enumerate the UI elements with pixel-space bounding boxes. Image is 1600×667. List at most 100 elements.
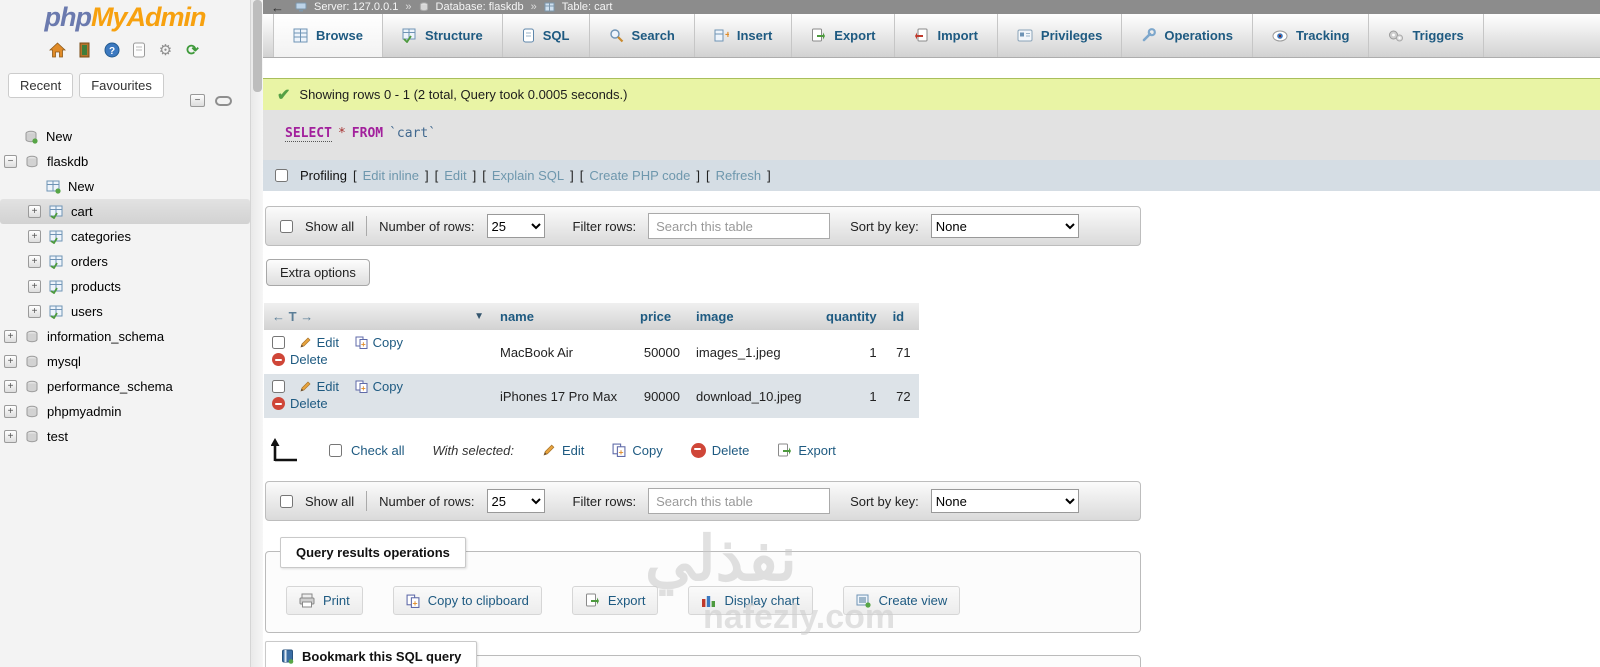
bracket: ] xyxy=(424,168,429,183)
tree-item-flaskdb[interactable]: − flaskdb xyxy=(0,149,250,174)
number-of-rows-select[interactable]: 25 xyxy=(486,214,545,238)
tree-item-new-database[interactable]: New xyxy=(0,124,250,149)
sort-desc-icon[interactable]: ▼ xyxy=(474,311,484,322)
column-controls-header[interactable]: ← T → ▼ xyxy=(264,303,492,330)
recent-button[interactable]: Recent xyxy=(8,73,74,98)
breadcrumb-database-link[interactable]: Database: flaskdb xyxy=(436,1,524,13)
tree-item-categories[interactable]: + categories xyxy=(0,224,250,249)
selected-delete-button[interactable]: Delete xyxy=(690,442,749,458)
refresh-icon[interactable]: ⟳ xyxy=(184,41,202,59)
expand-node-icon[interactable]: + xyxy=(28,255,41,268)
edit-link[interactable]: Edit xyxy=(444,168,466,183)
breadcrumb-server-link[interactable]: Server: 127.0.0.1 xyxy=(314,1,398,13)
display-chart-button[interactable]: Display chart xyxy=(688,586,813,615)
row-edit-link[interactable]: Edit xyxy=(299,379,339,394)
query-results-operations-fieldset: Query results operations Print + Copy to… xyxy=(265,537,1141,633)
number-of-rows-select[interactable]: 25 xyxy=(486,489,545,513)
tab-triggers[interactable]: Triggers xyxy=(1369,14,1484,57)
tab-operations[interactable]: Operations xyxy=(1122,14,1253,57)
tab-sql[interactable]: SQL xyxy=(503,14,590,57)
column-header-id[interactable]: id xyxy=(884,303,919,330)
tree-item-products[interactable]: + products xyxy=(0,274,250,299)
column-header-name[interactable]: name xyxy=(492,303,632,330)
home-icon[interactable] xyxy=(49,41,67,59)
column-header-image[interactable]: image xyxy=(688,303,818,330)
expand-node-icon[interactable]: + xyxy=(4,380,17,393)
tree-item-test[interactable]: + test xyxy=(0,424,250,449)
tab-tracking[interactable]: Tracking xyxy=(1253,14,1370,57)
create-view-button[interactable]: Create view xyxy=(842,586,961,615)
tree-item-mysql[interactable]: + mysql xyxy=(0,349,250,374)
filter-table-input[interactable] xyxy=(648,488,831,514)
breadcrumb-table-link[interactable]: Table: cart xyxy=(562,1,613,13)
tab-import[interactable]: Import xyxy=(895,14,998,57)
export-button[interactable]: Export xyxy=(571,586,659,615)
check-all-control[interactable]: Check all xyxy=(329,443,404,458)
row-copy-link[interactable]: + Copy xyxy=(355,335,403,350)
extra-options-button[interactable]: Extra options xyxy=(266,259,370,286)
sort-by-key-select[interactable]: None xyxy=(930,214,1079,238)
column-move-icons[interactable]: ← T → xyxy=(272,309,313,324)
refresh-link[interactable]: Refresh xyxy=(716,168,762,183)
scrollbar-thumb[interactable] xyxy=(253,0,262,92)
selected-copy-button[interactable]: + Copy xyxy=(612,443,663,458)
edit-inline-link[interactable]: Edit inline xyxy=(363,168,419,183)
help-icon[interactable]: ? xyxy=(103,41,121,59)
selected-export-button[interactable]: Export xyxy=(777,443,836,458)
tree-item-orders[interactable]: + orders xyxy=(0,249,250,274)
tab-structure[interactable]: Structure xyxy=(383,14,503,57)
tab-browse[interactable]: Browse xyxy=(273,14,383,57)
tab-search[interactable]: Search xyxy=(590,14,695,57)
create-php-code-link[interactable]: Create PHP code xyxy=(589,168,690,183)
tree-item-phpmyadmin[interactable]: + phpmyadmin xyxy=(0,399,250,424)
expand-node-icon[interactable]: + xyxy=(28,230,41,243)
profiling-checkbox[interactable] xyxy=(275,169,288,182)
tree-item-information-schema[interactable]: + information_schema xyxy=(0,324,250,349)
back-icon[interactable]: ← xyxy=(271,0,284,15)
tree-item-users[interactable]: + users xyxy=(0,299,250,324)
selected-edit-button[interactable]: Edit xyxy=(542,443,584,458)
check-all-arrow-icon xyxy=(271,438,301,462)
tree-item-performance-schema[interactable]: + performance_schema xyxy=(0,374,250,399)
expand-node-icon[interactable]: + xyxy=(4,405,17,418)
copy-icon: + xyxy=(612,443,626,457)
row-delete-link[interactable]: Delete xyxy=(272,396,328,411)
show-all-checkbox[interactable] xyxy=(280,219,293,233)
sort-by-key-select[interactable]: None xyxy=(930,489,1079,513)
show-all-checkbox[interactable] xyxy=(280,494,293,508)
check-all-checkbox[interactable] xyxy=(329,443,342,457)
unlink-databases-icon[interactable] xyxy=(215,95,232,106)
row-checkbox[interactable] xyxy=(272,380,285,393)
expand-node-icon[interactable]: + xyxy=(4,355,17,368)
expand-node-icon[interactable]: + xyxy=(4,330,17,343)
tab-export[interactable]: Export xyxy=(792,14,896,57)
row-edit-link[interactable]: Edit xyxy=(299,335,339,350)
collapse-node-icon[interactable]: − xyxy=(4,155,17,168)
expand-node-icon[interactable]: + xyxy=(28,305,41,318)
phpmyadmin-logo[interactable]: phpMyAdmin xyxy=(0,0,250,33)
database-tree: New − flaskdb New + cart + categories + … xyxy=(0,124,250,449)
row-delete-link[interactable]: Delete xyxy=(272,352,328,367)
expand-node-icon[interactable]: + xyxy=(28,205,41,218)
explain-sql-link[interactable]: Explain SQL xyxy=(492,168,564,183)
phpmyadmin-window: phpMyAdmin ? ⚙ ⟳ Recent Favourites − New… xyxy=(0,0,1600,667)
favourites-button[interactable]: Favourites xyxy=(79,73,164,98)
tree-item-cart[interactable]: + cart xyxy=(0,199,250,224)
collapse-all-icon[interactable]: − xyxy=(190,94,205,107)
filter-table-input[interactable] xyxy=(648,213,831,239)
row-checkbox[interactable] xyxy=(272,336,285,349)
logout-icon[interactable] xyxy=(76,41,94,59)
expand-node-icon[interactable]: + xyxy=(28,280,41,293)
tab-privileges[interactable]: Privileges xyxy=(998,14,1123,57)
print-button[interactable]: Print xyxy=(286,586,363,615)
expand-node-icon[interactable]: + xyxy=(4,430,17,443)
docs-icon[interactable] xyxy=(130,41,148,59)
copy-to-clipboard-button[interactable]: + Copy to clipboard xyxy=(392,586,542,615)
column-header-price[interactable]: price xyxy=(632,303,688,330)
row-copy-link[interactable]: + Copy xyxy=(355,379,403,394)
column-header-quantity[interactable]: quantity xyxy=(818,303,885,330)
settings-icon[interactable]: ⚙ xyxy=(157,41,175,59)
tab-insert[interactable]: + Insert xyxy=(695,14,793,57)
tree-item-new-table[interactable]: New xyxy=(0,174,250,199)
sidebar-scrollbar[interactable] xyxy=(250,0,263,667)
